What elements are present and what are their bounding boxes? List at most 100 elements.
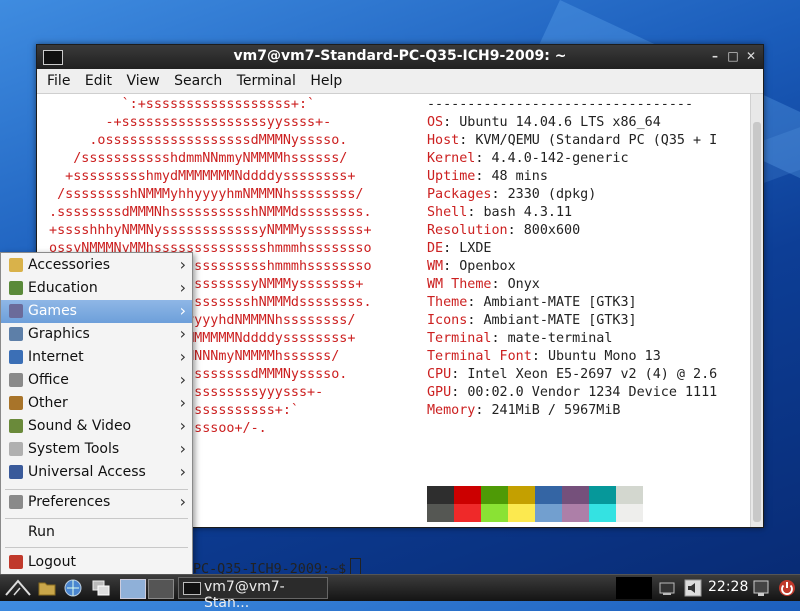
window-list-icon[interactable] bbox=[92, 579, 110, 597]
workspace-1[interactable] bbox=[120, 579, 146, 599]
menu-view[interactable]: View bbox=[126, 73, 159, 89]
file-manager-icon[interactable] bbox=[38, 579, 56, 597]
info-value: bash 4.3.11 bbox=[483, 205, 573, 220]
info-row: Host: KVM/QEMU (Standard PC (Q35 + I bbox=[427, 133, 718, 148]
accessories-icon bbox=[9, 258, 23, 272]
info-row: Uptime: 48 mins bbox=[427, 169, 548, 184]
menu-item-label: Graphics bbox=[28, 326, 90, 342]
menu-item-run[interactable]: Run bbox=[1, 521, 192, 544]
menu-search[interactable]: Search bbox=[174, 73, 222, 89]
power-icon[interactable] bbox=[778, 579, 796, 597]
info-row: Terminal: mate-terminal bbox=[427, 331, 613, 346]
menu-item-label: Universal Access bbox=[28, 464, 146, 480]
info-label: Terminal bbox=[427, 331, 492, 346]
info-row: WM Theme: Onyx bbox=[427, 277, 540, 292]
menu-file[interactable]: File bbox=[47, 73, 70, 89]
menu-item-accessories[interactable]: Accessories › bbox=[1, 254, 192, 277]
info-row: OS: Ubuntu 14.04.6 LTS x86_64 bbox=[427, 115, 661, 130]
info-label: Kernel bbox=[427, 151, 476, 166]
info-value: 241MiB / 5967MiB bbox=[491, 403, 621, 418]
taskbar: vm7@vm7-Stan... 22:28 bbox=[0, 574, 800, 611]
menu-item-label: System Tools bbox=[28, 441, 120, 457]
window-titlebar[interactable]: vm7@vm7-Standard-PC-Q35-ICH9-2009: ~ – □… bbox=[37, 45, 763, 69]
menu-item-other[interactable]: Other › bbox=[1, 392, 192, 415]
other-icon bbox=[9, 396, 23, 410]
menu-item-internet[interactable]: Internet › bbox=[1, 346, 192, 369]
universal-access-icon bbox=[9, 465, 23, 479]
run-icon bbox=[9, 525, 23, 539]
maximize-button[interactable]: □ bbox=[725, 48, 741, 64]
volume-icon[interactable] bbox=[684, 579, 702, 597]
menu-item-label: Office bbox=[28, 372, 69, 388]
info-row: Kernel: 4.4.0-142-generic bbox=[427, 151, 629, 166]
info-row: Resolution: 800x600 bbox=[427, 223, 581, 238]
menu-item-system-tools[interactable]: System Tools › bbox=[1, 438, 192, 461]
info-value: Intel Xeon E5-2697 v2 (4) @ 2.6 bbox=[467, 367, 718, 382]
info-value: Openbox bbox=[459, 259, 516, 274]
minimize-button[interactable]: – bbox=[707, 48, 723, 64]
menu-item-label: Other bbox=[28, 395, 68, 411]
palette-swatch bbox=[508, 486, 535, 504]
network-icon[interactable] bbox=[658, 579, 676, 597]
logo-line: `:+ssssssssssssssssss+:` bbox=[41, 97, 316, 112]
menu-item-office[interactable]: Office › bbox=[1, 369, 192, 392]
chevron-right-icon: › bbox=[179, 347, 186, 366]
menu-terminal[interactable]: Terminal bbox=[237, 73, 296, 89]
start-menu-icon[interactable] bbox=[4, 579, 34, 597]
info-label: Shell bbox=[427, 205, 468, 220]
info-row: Memory: 241MiB / 5967MiB bbox=[427, 403, 621, 418]
clock[interactable]: 22:28 bbox=[708, 579, 748, 595]
info-label: Uptime bbox=[427, 169, 476, 184]
web-browser-icon[interactable] bbox=[64, 579, 82, 597]
info-value: Ubuntu 14.04.6 LTS x86_64 bbox=[459, 115, 661, 130]
menu-item-logout[interactable]: Logout bbox=[1, 551, 192, 574]
taskbar-terminal-task[interactable]: vm7@vm7-Stan... bbox=[178, 577, 328, 611]
menu-separator bbox=[5, 518, 188, 519]
lock-screen-icon[interactable] bbox=[752, 579, 770, 597]
info-label: GPU bbox=[427, 385, 452, 400]
menu-edit[interactable]: Edit bbox=[85, 73, 112, 89]
info-label: Packages bbox=[427, 187, 492, 202]
info-value: 48 mins bbox=[491, 169, 548, 184]
menu-item-universal-access[interactable]: Universal Access › bbox=[1, 461, 192, 484]
education-icon bbox=[9, 281, 23, 295]
menu-item-label: Logout bbox=[28, 554, 76, 570]
logo-line: /ssssssssssshdmmNNmmyNMMMMhssssss/ bbox=[41, 151, 348, 166]
chevron-right-icon: › bbox=[179, 255, 186, 274]
logo-line: .ossssssssssssssssssdMMMNysssso. bbox=[41, 133, 348, 148]
menu-item-education[interactable]: Education › bbox=[1, 277, 192, 300]
chevron-right-icon: › bbox=[179, 393, 186, 412]
sound-video-icon bbox=[9, 419, 23, 433]
scrollbar-thumb[interactable] bbox=[753, 122, 761, 522]
info-value: 4.4.0-142-generic bbox=[491, 151, 629, 166]
close-button[interactable]: ✕ bbox=[743, 48, 759, 64]
workspace-2[interactable] bbox=[148, 579, 174, 599]
taskbar-task-label: vm7@vm7-Stan... bbox=[204, 579, 285, 611]
info-label: OS bbox=[427, 115, 444, 130]
palette-swatch bbox=[562, 504, 589, 522]
info-row: Terminal Font: Ubuntu Mono 13 bbox=[427, 349, 661, 364]
system-info: --------------------------------- OS: Ubu… bbox=[427, 96, 717, 420]
menu-help[interactable]: Help bbox=[310, 73, 342, 89]
menu-item-games[interactable]: Games › bbox=[1, 300, 192, 323]
info-value: Ubuntu Mono 13 bbox=[547, 349, 661, 364]
menu-item-sound-video[interactable]: Sound & Video › bbox=[1, 415, 192, 438]
menu-item-label: Games bbox=[28, 303, 77, 319]
info-label: DE bbox=[427, 241, 444, 256]
menu-item-preferences[interactable]: Preferences › bbox=[1, 491, 192, 514]
palette-swatch bbox=[535, 504, 562, 522]
menu-item-graphics[interactable]: Graphics › bbox=[1, 323, 192, 346]
cpu-monitor[interactable] bbox=[616, 577, 652, 599]
palette-swatch bbox=[481, 504, 508, 522]
window-title: vm7@vm7-Standard-PC-Q35-ICH9-2009: ~ bbox=[233, 48, 567, 64]
terminal-scrollbar[interactable] bbox=[750, 94, 763, 527]
info-label: Theme bbox=[427, 295, 468, 310]
info-row: CPU: Intel Xeon E5-2697 v2 (4) @ 2.6 bbox=[427, 367, 718, 382]
info-label: WM Theme bbox=[427, 277, 492, 292]
info-row: Icons: Ambiant-MATE [GTK3] bbox=[427, 313, 637, 328]
info-row: DE: LXDE bbox=[427, 241, 492, 256]
preferences-icon bbox=[9, 495, 23, 509]
menu-item-label: Sound & Video bbox=[28, 418, 132, 434]
menu-separator bbox=[5, 547, 188, 548]
info-value: 800x600 bbox=[523, 223, 581, 238]
